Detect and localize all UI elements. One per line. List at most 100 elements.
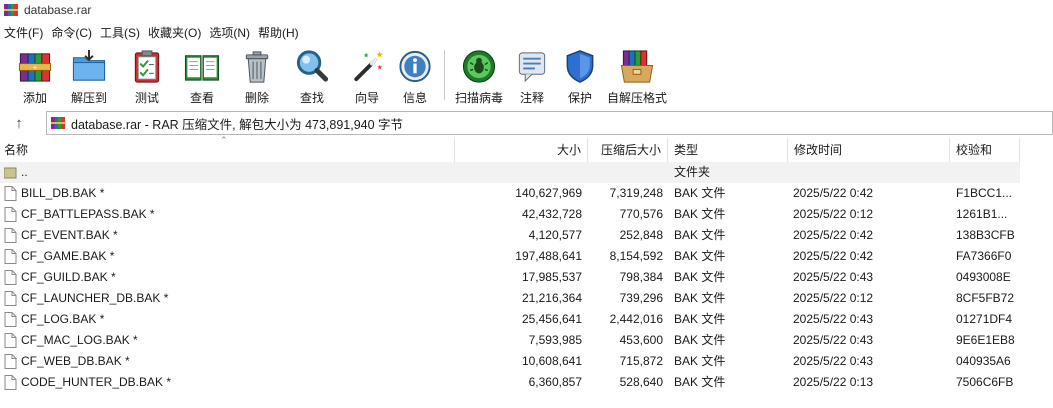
file-packed-size: 715,872	[619, 354, 663, 368]
file-name: CF_LAUNCHER_DB.BAK *	[21, 291, 169, 305]
menu-tools[interactable]: 工具(S)	[96, 24, 144, 41]
column-modified[interactable]: 修改时间	[788, 138, 950, 162]
column-packed-size[interactable]: 压缩后大小	[588, 138, 668, 162]
file-name: CF_GAME.BAK *	[21, 249, 115, 263]
file-row[interactable]: CF_GAME.BAK * 197,488,641 8,154,592 BAK 文件 2…	[0, 246, 1020, 267]
file-crc: 040935A6	[956, 354, 1011, 368]
archive-path-text: database.rar - RAR 压缩文件, 解包大小为 473,891,9…	[71, 117, 404, 132]
file-row[interactable]: CF_WEB_DB.BAK * 10,608,641 715,872 BAK 文件 20…	[0, 351, 1020, 372]
file-modified: 2025/5/22 0:12	[793, 291, 874, 305]
file-modified: 2025/5/22 0:42	[793, 249, 874, 263]
arrow-up-icon: ↑	[15, 114, 23, 132]
wizard-label: 向导	[354, 91, 379, 105]
sfx-label: 自解压格式	[606, 91, 667, 105]
file-type: BAK 文件	[674, 333, 726, 347]
file-modified: 2025/5/22 0:42	[793, 228, 874, 242]
file-size: 10,608,641	[521, 354, 582, 368]
wizard-button[interactable]: ★ ★ ★ 向导	[342, 44, 392, 106]
menu-commands[interactable]: 命令(C)	[47, 24, 96, 41]
test-button[interactable]: 测试	[122, 44, 172, 106]
file-size: 17,985,537	[521, 270, 582, 284]
file-crc: 01271DF4	[956, 312, 1013, 326]
file-row[interactable]: CODE_HUNTER_DB.BAK * 6,360,857 528,640 BAK …	[0, 372, 1020, 393]
parent-folder-icon	[4, 167, 17, 179]
file-size: 197,488,641	[515, 249, 582, 263]
svg-text:★: ★	[377, 63, 383, 71]
file-crc: 0493008E	[956, 270, 1011, 284]
protect-label: 保护	[567, 91, 592, 105]
column-name[interactable]: 名称	[0, 138, 455, 162]
svg-text:★: ★	[376, 51, 384, 61]
file-icon	[4, 354, 17, 369]
column-crc[interactable]: 校验和	[950, 138, 1020, 162]
file-size: 25,456,641	[521, 312, 582, 326]
sfx-archive-icon	[620, 50, 654, 83]
file-packed-size: 770,576	[619, 207, 663, 221]
file-type: BAK 文件	[674, 249, 726, 263]
menu-favorites[interactable]: 收藏夹(O)	[144, 24, 205, 41]
file-row[interactable]: CF_EVENT.BAK * 4,120,577 252,848 BAK 文件 2025…	[0, 225, 1020, 246]
file-icon	[4, 207, 17, 222]
sfx-button[interactable]: 自解压格式	[603, 44, 671, 106]
protect-button[interactable]: 保护	[557, 44, 603, 106]
comment-label: 注释	[519, 91, 544, 105]
file-type: BAK 文件	[674, 228, 726, 242]
file-icon	[4, 270, 17, 285]
file-row[interactable]: BILL_DB.BAK * 140,627,969 7,319,248 BAK 文件 2…	[0, 183, 1020, 204]
delete-label: 删除	[244, 91, 269, 105]
menu-options[interactable]: 选项(N)	[205, 24, 254, 41]
virus-scan-button[interactable]: 扫描病毒	[451, 44, 507, 106]
shield-icon	[566, 50, 594, 83]
file-icon	[4, 228, 17, 243]
file-packed-size: 528,640	[619, 375, 663, 389]
svg-text:+: +	[33, 65, 38, 71]
file-crc: F1BCC1...	[956, 186, 1013, 200]
file-packed-size: 453,600	[619, 333, 663, 347]
file-row[interactable]: CF_LOG.BAK * 25,456,641 2,442,016 BAK 文件 202…	[0, 309, 1020, 330]
file-row[interactable]: CF_MAC_LOG.BAK * 7,593,985 453,600 BAK 文件 20…	[0, 330, 1020, 351]
magic-wand-icon: ★ ★ ★	[354, 51, 384, 82]
view-button[interactable]: 查看	[172, 44, 232, 106]
add-archive-icon: +	[18, 53, 52, 82]
file-name: CF_EVENT.BAK *	[21, 228, 118, 242]
file-name: CF_MAC_LOG.BAK *	[21, 333, 138, 347]
file-modified: 2025/5/22 0:43	[793, 333, 874, 347]
svg-text:★: ★	[363, 52, 369, 60]
test-label: 测试	[134, 91, 159, 105]
find-button[interactable]: 查找	[282, 44, 342, 106]
file-icon	[4, 375, 17, 390]
file-size: 6,360,857	[528, 375, 582, 389]
file-icon	[4, 186, 17, 201]
extract-to-button[interactable]: 解压到	[56, 44, 122, 106]
file-type: BAK 文件	[674, 186, 726, 200]
file-name: CF_WEB_DB.BAK *	[21, 354, 130, 368]
info-button[interactable]: 信息	[392, 44, 438, 106]
file-modified: 2025/5/22 0:43	[793, 312, 874, 326]
file-row[interactable]: CF_BATTLEPASS.BAK * 42,432,728 770,576 BAK …	[0, 204, 1020, 225]
file-name: CF_LOG.BAK *	[21, 312, 105, 326]
file-name: CF_BATTLEPASS.BAK *	[21, 207, 155, 221]
file-row[interactable]: CF_GUILD.BAK * 17,985,537 798,384 BAK 文件 202…	[0, 267, 1020, 288]
file-modified: 2025/5/22 0:42	[793, 186, 874, 200]
menu-bar: 文件(F) 命令(C) 工具(S) 收藏夹(O) 选项(N) 帮助(H)	[0, 22, 303, 42]
view-book-icon	[184, 55, 220, 81]
parent-folder-row[interactable]: .. 文件夹	[0, 162, 1020, 183]
up-one-level-button[interactable]: ↑	[0, 110, 38, 136]
delete-button[interactable]: 删除	[232, 44, 282, 106]
file-list-header: ⌃ 名称 大小 压缩后大小 类型 修改时间 校验和	[0, 135, 1053, 162]
comment-button[interactable]: 注释	[507, 44, 557, 106]
address-bar: ↑ database.rar - RAR 压缩文件, 解包大小为 473,891…	[0, 110, 1053, 136]
virus-scan-icon	[462, 50, 496, 83]
file-crc: 138B3CFB	[956, 228, 1015, 242]
file-size: 42,432,728	[521, 207, 582, 221]
menu-help[interactable]: 帮助(H)	[254, 24, 303, 41]
file-type: BAK 文件	[674, 270, 726, 284]
path-field[interactable]: database.rar - RAR 压缩文件, 解包大小为 473,891,9…	[46, 111, 1053, 135]
menu-file[interactable]: 文件(F)	[0, 24, 47, 41]
file-modified: 2025/5/22 0:43	[793, 270, 874, 284]
file-row[interactable]: CF_LAUNCHER_DB.BAK * 21,216,364 739,296 BAK…	[0, 288, 1020, 309]
add-button[interactable]: + 添加	[14, 44, 56, 106]
extract-folder-icon	[72, 49, 106, 81]
column-size[interactable]: 大小	[455, 138, 588, 162]
column-type[interactable]: 类型	[668, 138, 788, 162]
